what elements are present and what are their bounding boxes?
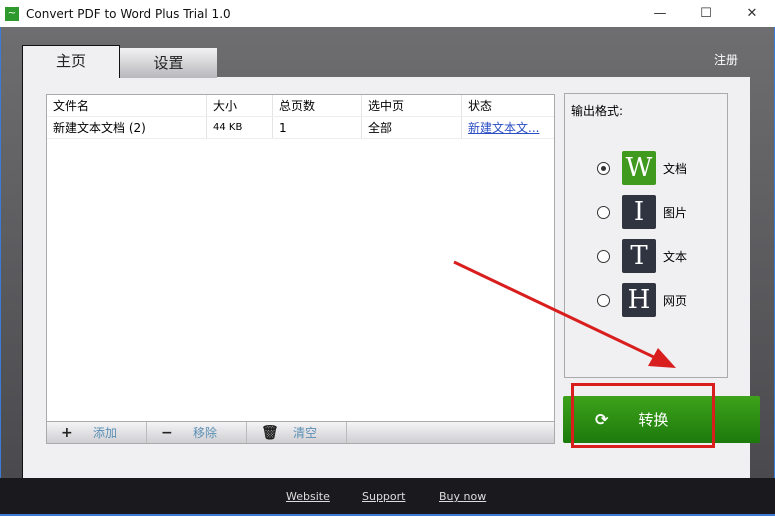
clear-button[interactable]: 🗑 清空 [247,422,347,443]
header-size[interactable]: 大小 [207,95,273,116]
close-button[interactable]: ✕ [729,0,775,27]
table-row[interactable]: 新建文本文档 (2) 44 KB 1 全部 新建文本文... [47,117,554,139]
window-title: Convert PDF to Word Plus Trial 1.0 [26,6,231,21]
footer: Website Support Buy now [0,478,775,516]
format-option-html[interactable]: H 网页 [597,283,687,317]
refresh-icon: ⟳ [595,410,609,429]
tab-settings[interactable]: 设置 [120,48,217,78]
header-filename[interactable]: 文件名 [47,95,207,116]
tab-home[interactable]: 主页 [22,45,120,78]
trash-icon: 🗑 [261,424,279,441]
convert-label: 转换 [638,411,669,429]
remove-button[interactable]: − 移除 [147,422,247,443]
cell-selected: 全部 [362,117,462,138]
maximize-button[interactable]: ☐ [683,0,729,27]
format-label: 文档 [663,161,688,176]
add-label: 添加 [93,426,118,440]
format-label: 网页 [663,293,688,308]
format-option-text[interactable]: T 文本 [597,239,687,273]
header-selected[interactable]: 选中页 [362,95,462,116]
format-option-image[interactable]: I 图片 [597,195,687,229]
text-icon: T [622,239,656,273]
register-link[interactable]: 注册 [714,51,738,68]
title-bar: ~ Convert PDF to Word Plus Trial 1.0 — ☐… [0,0,775,27]
radio-selected[interactable] [597,161,610,175]
radio[interactable] [597,205,610,219]
minimize-button[interactable]: — [637,0,683,27]
app-icon: ~ [5,6,19,21]
file-list[interactable]: 文件名 大小 总页数 选中页 状态 新建文本文档 (2) 44 KB 1 全部 … [46,94,555,444]
output-format-panel: 输出格式: W 文档 I 图片 T 文本 H 网页 [564,93,728,378]
image-icon: I [622,195,656,229]
buy-now-link[interactable]: Buy now [439,490,486,503]
website-link[interactable]: Website [286,490,330,503]
output-format-label: 输出格式: [571,104,624,118]
cell-filename: 新建文本文档 (2) [47,117,207,138]
convert-button[interactable]: ⟳ 转换 [563,396,760,443]
header-status[interactable]: 状态 [462,95,554,116]
plus-icon: + [61,424,73,441]
cell-pages: 1 [273,117,362,138]
html-icon: H [622,283,656,317]
cell-size: 44 KB [207,117,273,138]
add-button[interactable]: + 添加 [47,422,147,443]
cell-status-link[interactable]: 新建文本文... [462,117,554,138]
support-link[interactable]: Support [362,490,405,503]
minus-icon: − [161,424,173,441]
format-label: 文本 [663,249,688,264]
clear-label: 清空 [293,426,318,440]
format-label: 图片 [663,205,688,220]
list-toolbar: + 添加 − 移除 🗑 清空 [46,421,555,444]
header-pages[interactable]: 总页数 [273,95,362,116]
radio[interactable] [597,249,610,263]
table-header: 文件名 大小 总页数 选中页 状态 [47,95,554,117]
remove-label: 移除 [193,426,218,440]
word-icon: W [622,151,656,185]
radio[interactable] [597,293,610,307]
format-option-word[interactable]: W 文档 [597,151,687,185]
